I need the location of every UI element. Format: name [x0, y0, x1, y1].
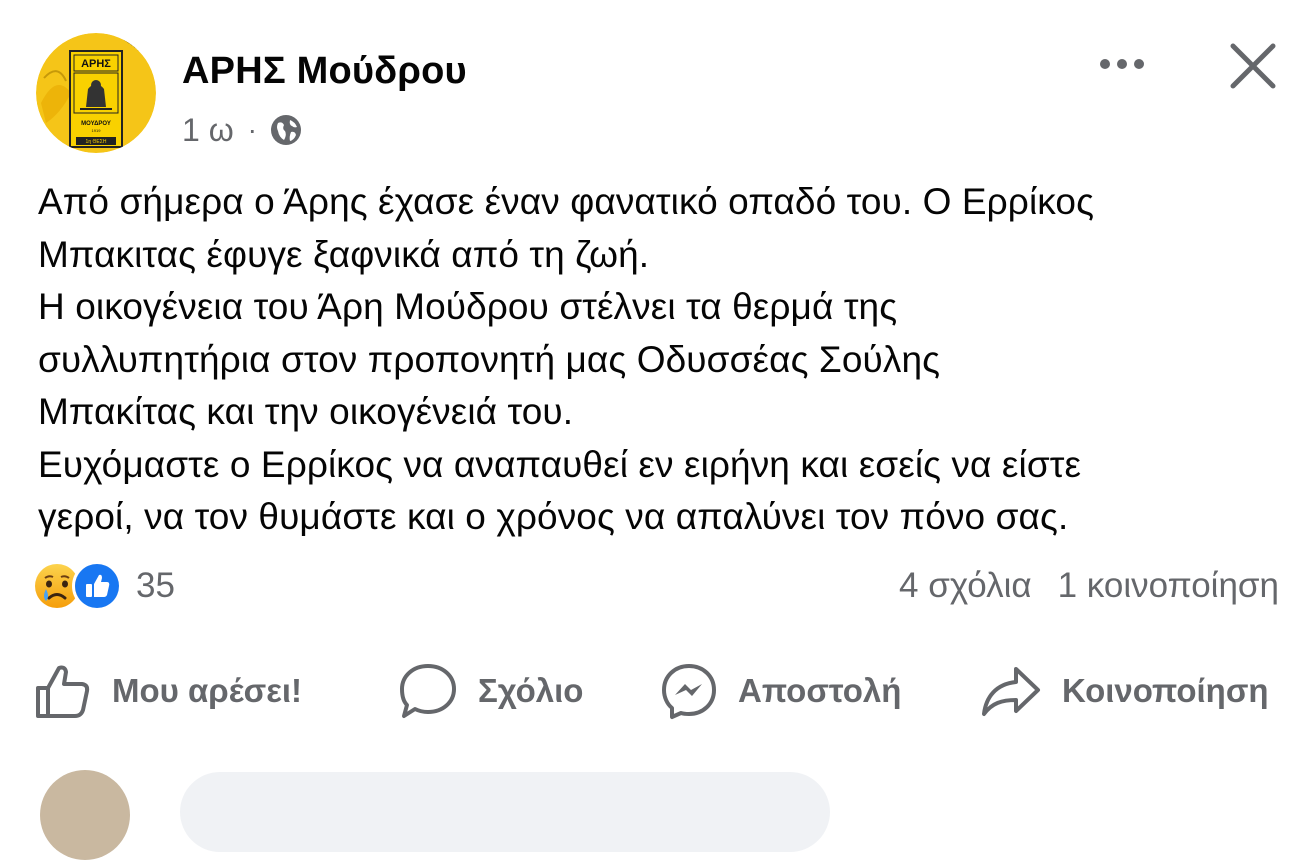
post-text: Από σήμερα ο Άρης έχασε έναν φανατικό οπ… [38, 176, 1278, 544]
post-text-line: συλλυπητήρια στον προπονητή μας Οδυσσέας… [38, 338, 941, 380]
comment-button[interactable]: Σχόλιο [398, 655, 583, 727]
send-button[interactable]: Αποστολή [660, 655, 901, 727]
post-text-line: Ευχόμαστε ο Ερρίκος να αναπαυθεί εν ειρή… [38, 443, 1082, 485]
page-avatar[interactable]: ΑΡΗΣ ΜΟΥΔΡΟΥ 1919 1η ΘΕΣΗ Ναυτικό Σωματε… [36, 33, 156, 153]
facebook-post: ΑΡΗΣ ΜΟΥΔΡΟΥ 1919 1η ΘΕΣΗ Ναυτικό Σωματε… [0, 0, 1291, 860]
post-text-line: Η οικογένεια του Άρη Μούδρου στέλνει τα … [38, 286, 898, 327]
post-text-line: Από σήμερα ο Άρης έχασε έναν φανατικό οπ… [38, 181, 1095, 222]
shares-count[interactable]: 1 κοινοποίηση [1058, 566, 1279, 606]
close-icon [1230, 43, 1276, 89]
more-options-button[interactable] [1092, 44, 1152, 84]
engagement-counts: 4 σχόλια 1 κοινοποίηση [899, 562, 1279, 610]
reactions-summary[interactable]: 35 [34, 561, 175, 611]
svg-text:ΜΟΥΔΡΟΥ: ΜΟΥΔΡΟΥ [81, 121, 111, 127]
comments-count[interactable]: 4 σχόλια [899, 566, 1032, 606]
svg-text:1919: 1919 [92, 128, 102, 133]
comment-bubble[interactable] [180, 772, 830, 852]
svg-text:1η ΘΕΣΗ: 1η ΘΕΣΗ [86, 139, 107, 145]
share-icon [982, 667, 1040, 716]
svg-text:ΑΡΗΣ: ΑΡΗΣ [81, 58, 111, 70]
share-label: Κοινοποίηση [1062, 672, 1269, 709]
like-label: Μου αρέσει! [112, 672, 303, 709]
comment-icon [400, 664, 456, 718]
thumbs-up-icon [36, 665, 90, 718]
aris-moudros-logo: ΑΡΗΣ ΜΟΥΔΡΟΥ 1919 1η ΘΕΣΗ Ναυτικό Σωματε… [36, 33, 156, 153]
post-text-line: Μπακιτας έφυγε ξαφνικά από τη ζωή. [38, 233, 650, 275]
close-button[interactable] [1222, 38, 1284, 94]
meta-separator: · [247, 114, 257, 145]
like-reaction-icon [72, 561, 122, 611]
share-button[interactable]: Κοινοποίηση [980, 655, 1269, 727]
messenger-icon [662, 664, 716, 719]
page-name[interactable]: ΑΡΗΣ Μούδρου [182, 50, 467, 93]
post-text-line: γεροί, να τον θυμάστε και ο χρόνος να απ… [38, 496, 1069, 537]
reaction-count[interactable]: 35 [136, 566, 175, 606]
post-text-line: Μπακίτας και την οικογένειά του. [38, 391, 574, 432]
comment-label: Σχόλιο [478, 672, 584, 709]
post-time[interactable]: 1 ω [182, 112, 234, 149]
like-button[interactable]: Μου αρέσει! [34, 655, 302, 727]
post-meta: 1 ω · [182, 108, 303, 152]
globe-icon[interactable] [269, 113, 303, 147]
send-label: Αποστολή [738, 672, 902, 709]
more-horizontal-icon [1100, 59, 1144, 69]
post-actions: Μου αρέσει! Σχόλιο Αποστολή Κοινοποίηση [0, 655, 1291, 727]
